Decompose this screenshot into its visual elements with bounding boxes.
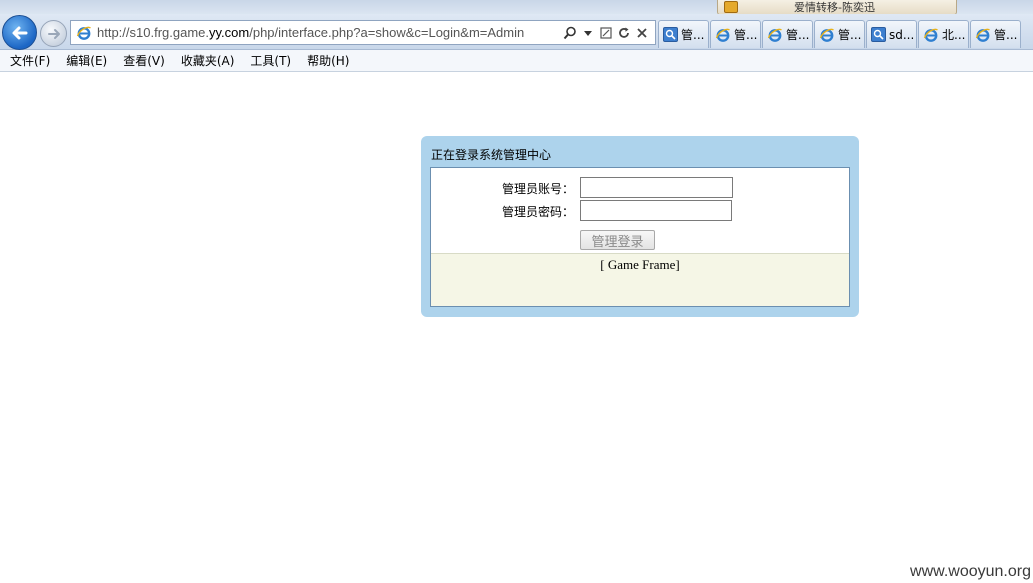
search-icon — [871, 27, 886, 42]
password-input[interactable] — [580, 200, 732, 221]
game-frame-label: [ Game Frame] — [600, 257, 680, 272]
tab-label: 管... — [994, 28, 1018, 42]
ie-icon — [819, 27, 835, 43]
search-icon — [663, 27, 678, 42]
menu-tools[interactable]: 工具(T) — [244, 52, 297, 69]
url-prefix: http://s10.frg.game. — [97, 25, 210, 40]
ie-icon — [715, 27, 731, 43]
menu-file[interactable]: 文件(F) — [4, 52, 56, 69]
tab[interactable]: 北... — [918, 20, 969, 48]
tab[interactable]: 管... — [970, 20, 1021, 48]
menu-favorites[interactable]: 收藏夹(A) — [175, 52, 241, 69]
tab[interactable]: 管... — [710, 20, 761, 48]
menu-bar: 文件(F) 编辑(E) 查看(V) 收藏夹(A) 工具(T) 帮助(H) — [0, 50, 1033, 72]
watermark: www.wooyun.org — [910, 563, 1031, 580]
password-label: 管理员密码： — [501, 205, 574, 219]
song-title: 爱情转移-陈奕迅 — [794, 1, 875, 14]
ie-icon — [923, 27, 939, 43]
ie-icon — [975, 27, 991, 43]
url-path: /php/interface.php?a=show&c=Login&m=Admi… — [249, 25, 525, 40]
tab-label: 管... — [838, 28, 862, 42]
tab-label: 管... — [734, 28, 758, 42]
dropdown-arrow-icon[interactable] — [580, 24, 595, 41]
tab-strip: 管... 管... 管... 管... sd... 北... 管... — [658, 20, 1022, 48]
password-row: 管理员密码： — [431, 200, 851, 222]
stop-icon[interactable] — [634, 24, 649, 41]
login-button[interactable]: 管理登录 — [580, 230, 655, 250]
forward-button[interactable] — [40, 20, 67, 47]
url-host: yy.com — [209, 25, 250, 40]
address-bar[interactable]: http://s10.frg.game.yy.com/php/interface… — [70, 20, 656, 45]
tab[interactable]: 管... — [762, 20, 813, 48]
url-text[interactable]: http://s10.frg.game.yy.com/php/interface… — [97, 25, 567, 40]
menu-edit[interactable]: 编辑(E) — [60, 52, 113, 69]
account-row: 管理员账号： — [431, 177, 851, 199]
ie-icon — [76, 25, 92, 41]
tab[interactable]: 管... — [658, 20, 709, 48]
tab-label: 管... — [681, 28, 705, 42]
menu-view[interactable]: 查看(V) — [117, 52, 171, 69]
ie-icon — [767, 27, 783, 43]
account-label: 管理员账号： — [501, 182, 574, 196]
refresh-icon[interactable] — [616, 24, 631, 41]
tab-label: 北... — [942, 28, 966, 42]
arrow-left-icon — [12, 26, 27, 39]
menu-help[interactable]: 帮助(H) — [301, 52, 355, 69]
login-form: 管理员账号： 管理员密码： 管理登录 [ Game Frame] — [430, 167, 850, 307]
compatibility-view-icon[interactable] — [598, 24, 613, 41]
arrow-right-icon — [47, 28, 60, 39]
music-player-icon — [724, 1, 738, 13]
tab-label: sd... — [889, 27, 915, 42]
tab-label: 管... — [786, 28, 810, 42]
game-frame-area: [ Game Frame] — [431, 253, 849, 306]
navigation-bar: http://s10.frg.game.yy.com/php/interface… — [0, 14, 1033, 50]
music-widget[interactable]: 爱情转移-陈奕迅 — [717, 0, 957, 15]
login-title: 正在登录系统管理中心 — [431, 148, 552, 162]
tab[interactable]: 管... — [814, 20, 865, 48]
tab[interactable]: sd... — [866, 20, 917, 48]
search-icon[interactable] — [562, 24, 577, 41]
back-button[interactable] — [2, 15, 37, 50]
address-controls — [562, 24, 649, 41]
login-panel: 正在登录系统管理中心 管理员账号： 管理员密码： 管理登录 [ Game Fra… — [421, 136, 859, 317]
account-input[interactable] — [580, 177, 733, 198]
